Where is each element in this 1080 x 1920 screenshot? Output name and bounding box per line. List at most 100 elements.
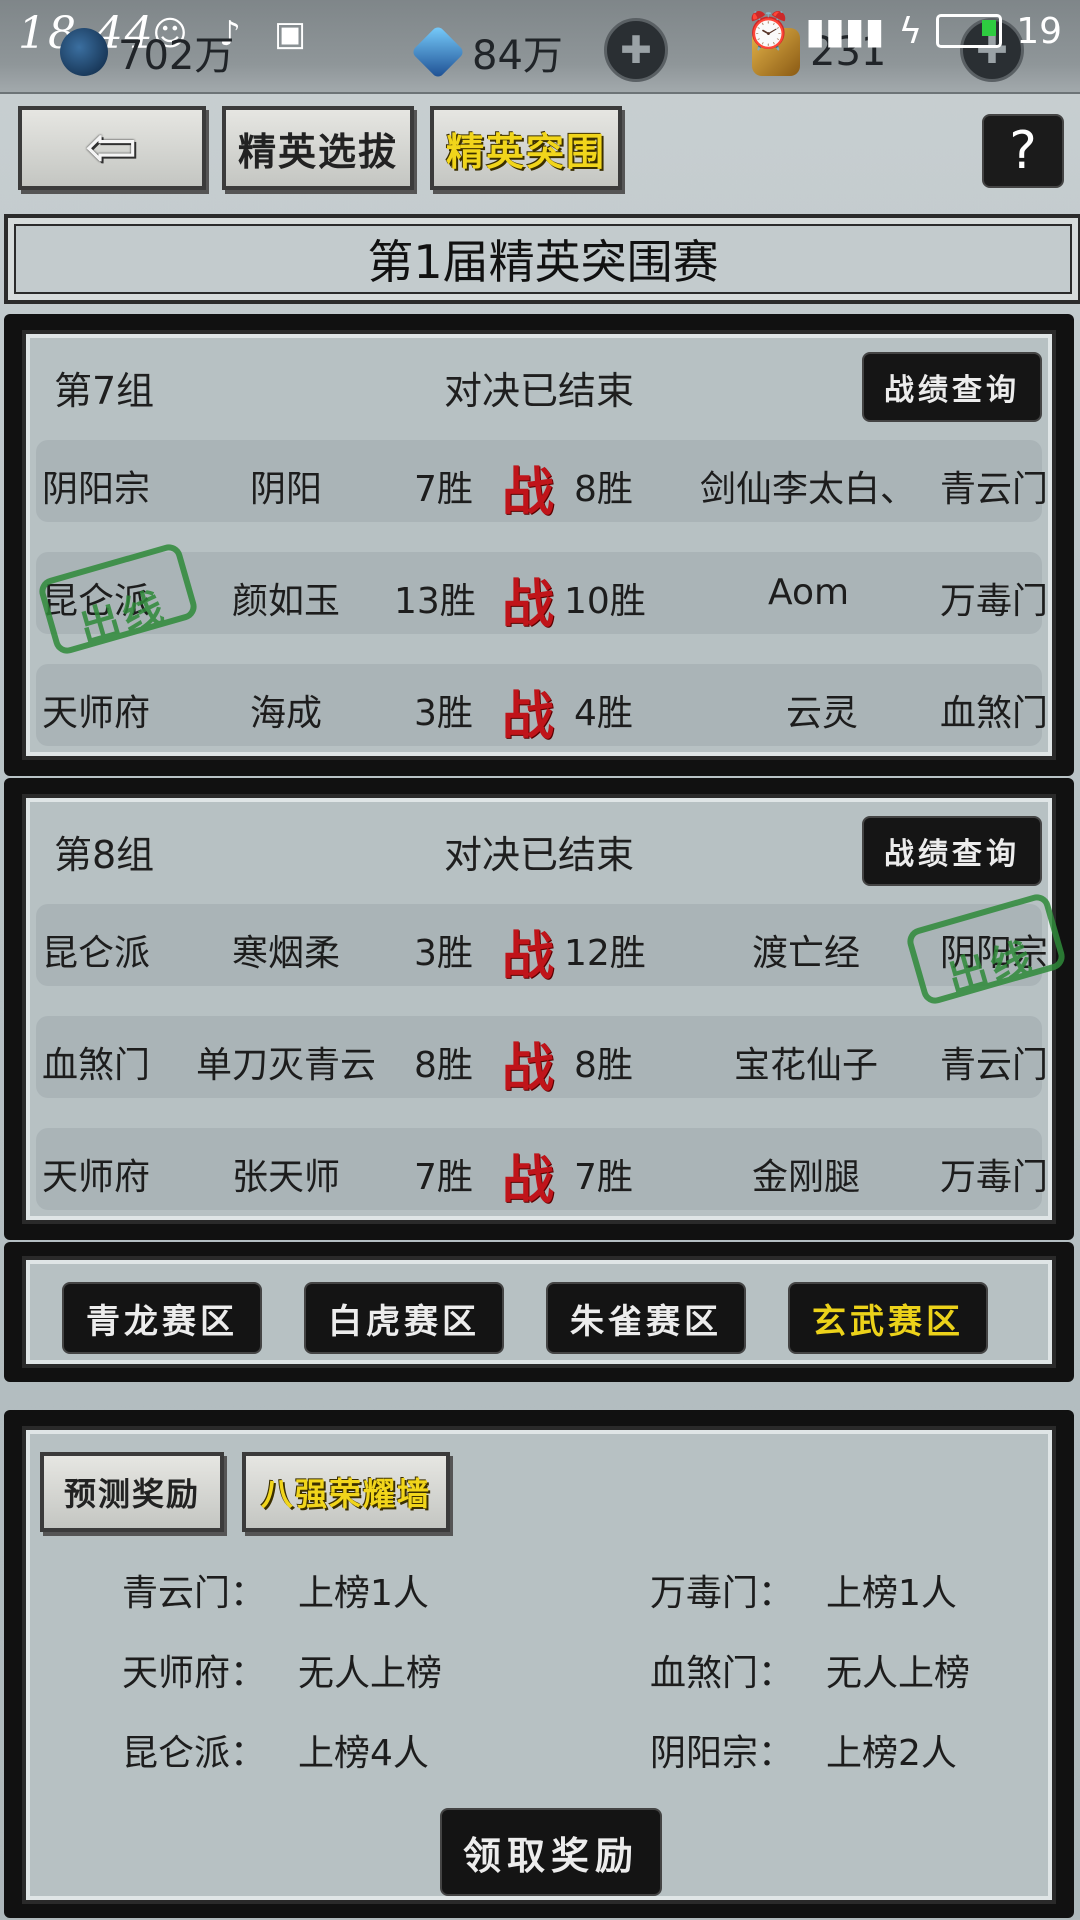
- group-panel: 第8组 对决已结束 战绩查询 昆仑派 寒烟柔 3胜 战 12胜 渡亡经 阴阳宗 …: [4, 778, 1074, 1240]
- yin-yang-coin-icon: [60, 28, 108, 76]
- tab-elite-selection-label: 精英选拔: [237, 128, 398, 174]
- coin-value: 702万: [118, 33, 235, 79]
- left-sect: 昆仑派: [42, 933, 151, 974]
- right-player: 宝花仙子: [734, 1045, 879, 1086]
- right-player: 渡亡经: [752, 933, 861, 974]
- zone-qinglong-label: 青龙赛区: [86, 1301, 238, 1342]
- left-sect: 天师府: [42, 1157, 151, 1198]
- group-header: 第7组 对决已结束 战绩查询: [26, 334, 1052, 434]
- zone-zhuque-label: 朱雀赛区: [570, 1301, 722, 1342]
- right-sect: 青云门: [940, 1045, 1049, 1086]
- left-wins: 3胜: [414, 693, 473, 734]
- vs-mark: 战: [502, 1038, 555, 1099]
- vs-mark: 战: [502, 462, 555, 523]
- right-player: 云灵: [786, 693, 859, 734]
- right-sect: 青云门: [940, 469, 1049, 510]
- ranking-sect: 血煞门：: [650, 1653, 795, 1694]
- qualified-stamp: 出线: [904, 891, 1068, 1007]
- zone-panel: 青龙赛区 白虎赛区 朱雀赛区 玄武赛区: [4, 1242, 1074, 1382]
- tab-prediction-reward-label: 预测奖励: [63, 1475, 200, 1513]
- zone-xuanwu-label: 玄武赛区: [812, 1301, 964, 1342]
- right-player: Aom: [768, 572, 850, 613]
- zone-baihu-label: 白虎赛区: [328, 1301, 480, 1342]
- vs-mark: 战: [502, 574, 555, 635]
- right-sect: 万毒门: [940, 581, 1049, 622]
- qualified-stamp: 出线: [36, 541, 200, 657]
- charging-icon: ϟ: [898, 10, 923, 52]
- tab-elite-breakout[interactable]: 精英突围: [430, 106, 622, 190]
- group-card: 第7组 对决已结束 战绩查询 阴阳宗 阴阳 7胜 战 8胜 剑仙李太白、 青云门…: [22, 330, 1056, 760]
- left-wins: 8胜: [414, 1045, 473, 1086]
- tab-top8-honor-wall-label: 八强荣耀墙: [260, 1475, 431, 1513]
- battery-icon: [936, 14, 1003, 48]
- right-player: 金刚腿: [752, 1157, 861, 1198]
- match-row: 血煞门 单刀灭青云 8胜 战 8胜 宝花仙子 青云门: [36, 1016, 1048, 1099]
- zone-baihu-button[interactable]: 白虎赛区: [304, 1282, 504, 1354]
- tab-elite-selection[interactable]: 精英选拔: [222, 106, 414, 190]
- left-player: 单刀灭青云: [196, 1045, 377, 1086]
- ranking-sect: 天师府：: [122, 1653, 267, 1694]
- ranking-result: 上榜1人: [298, 1573, 429, 1614]
- ranking-result: 上榜2人: [826, 1733, 957, 1774]
- right-sect: 血煞门: [940, 693, 1049, 734]
- back-arrow-icon: ⇦: [84, 110, 140, 185]
- ranking-result: 无人上榜: [298, 1653, 443, 1694]
- claim-reward-button[interactable]: 领取奖励: [440, 1808, 662, 1896]
- left-sect: 血煞门: [42, 1045, 151, 1086]
- gem-value: 84万: [472, 33, 563, 79]
- vs-mark: 战: [502, 686, 555, 747]
- left-player: 海成: [250, 693, 323, 734]
- ranking-result: 上榜1人: [826, 1573, 957, 1614]
- left-sect: 天师府: [42, 693, 151, 734]
- battery-level: 19: [1016, 10, 1062, 52]
- back-button[interactable]: ⇦: [18, 106, 206, 190]
- system-status: ⏰ ▮▮▮▮ ϟ 19: [746, 10, 1062, 53]
- record-query-label: 战绩查询: [884, 373, 1020, 408]
- zone-qinglong-button[interactable]: 青龙赛区: [62, 1282, 262, 1354]
- ranking-sect: 阴阳宗：: [650, 1733, 795, 1774]
- zone-card: 青龙赛区 白虎赛区 朱雀赛区 玄武赛区: [22, 1256, 1056, 1368]
- right-wins: 7胜: [574, 1157, 633, 1198]
- right-player: 剑仙李太白、: [700, 469, 917, 510]
- question-icon: ?: [1009, 121, 1037, 181]
- zone-xuanwu-button[interactable]: 玄武赛区: [788, 1282, 988, 1354]
- ranking-result: 无人上榜: [826, 1653, 971, 1694]
- vs-mark: 战: [502, 926, 555, 987]
- left-sect: 阴阳宗: [42, 469, 151, 510]
- left-player: 张天师: [232, 1157, 341, 1198]
- qualified-stamp-text: 出线: [942, 933, 1041, 1003]
- add-gem-button[interactable]: ✚: [604, 18, 668, 82]
- tab-top8-honor-wall[interactable]: 八强荣耀墙: [242, 1452, 450, 1532]
- tab-elite-breakout-label: 精英突围: [445, 128, 606, 174]
- rewards-card: 预测奖励 八强荣耀墙 青云门： 上榜1人 万毒门： 上榜1人 天师府： 无人上榜…: [22, 1426, 1056, 1904]
- ranking-sect: 青云门：: [122, 1573, 267, 1614]
- group-header: 第8组 对决已结束 战绩查询: [26, 798, 1052, 898]
- match-row: 天师府 海成 3胜 战 4胜 云灵 血煞门: [36, 664, 1048, 747]
- group-panel: 第7组 对决已结束 战绩查询 阴阳宗 阴阳 7胜 战 8胜 剑仙李太白、 青云门…: [4, 314, 1074, 776]
- blue-gem-icon: [410, 24, 466, 80]
- left-player: 阴阳: [250, 469, 323, 510]
- rewards-panel: 预测奖励 八强荣耀墙 青云门： 上榜1人 万毒门： 上榜1人 天师府： 无人上榜…: [4, 1410, 1074, 1918]
- match-row: 昆仑派 颜如玉 13胜 战 10胜 Aom 万毒门 出线: [36, 541, 1048, 657]
- match-row: 昆仑派 寒烟柔 3胜 战 12胜 渡亡经 阴阳宗 出线: [36, 891, 1068, 1007]
- right-sect: 万毒门: [940, 1157, 1049, 1198]
- image-icon: ▣: [273, 14, 307, 54]
- right-wins: 10胜: [564, 581, 646, 622]
- zone-zhuque-button[interactable]: 朱雀赛区: [546, 1282, 746, 1354]
- tab-prediction-reward[interactable]: 预测奖励: [40, 1452, 224, 1532]
- right-wins: 8胜: [574, 1045, 633, 1086]
- left-wins: 13胜: [394, 581, 476, 622]
- match-row: 天师府 张天师 7胜 战 7胜 金刚腿 万毒门: [36, 1128, 1048, 1211]
- record-query-button[interactable]: 战绩查询: [862, 816, 1042, 886]
- ranking-sect: 万毒门：: [650, 1573, 795, 1614]
- ranking-result: 上榜4人: [298, 1733, 429, 1774]
- left-wins: 3胜: [414, 933, 473, 974]
- help-button[interactable]: ?: [982, 114, 1064, 188]
- right-wins: 8胜: [574, 469, 633, 510]
- record-query-button[interactable]: 战绩查询: [862, 352, 1042, 422]
- claim-reward-label: 领取奖励: [462, 1832, 639, 1878]
- left-player: 颜如玉: [232, 581, 341, 622]
- right-wins: 12胜: [564, 933, 646, 974]
- gem-resource: 84万: [410, 22, 563, 82]
- page-title-text: 第1届精英突围赛: [367, 235, 719, 289]
